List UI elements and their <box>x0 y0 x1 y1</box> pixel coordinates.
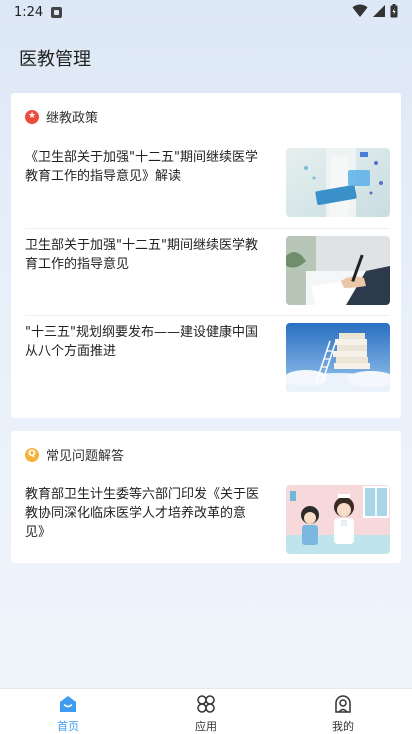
policy-article-3[interactable]: "十三五"规划纲要发布——建设健康中国从八个方面推进 <box>25 323 390 393</box>
tab-apps[interactable]: 应用 <box>176 694 236 734</box>
article-thumbnail-signing-document <box>286 236 390 305</box>
question-icon: Q <box>25 447 39 462</box>
article-title: 《卫生部关于加强"十二五"期间继续医学教育工作的指导意见》解读 <box>25 150 258 184</box>
article-thumbnail-doctor-tablet <box>286 148 390 217</box>
article-title: "十三五"规划纲要发布——建设健康中国从八个方面推进 <box>25 325 258 359</box>
apps-icon <box>197 695 215 713</box>
signal-icon <box>373 5 385 17</box>
policy-card-header: ★ 继教政策 <box>25 107 98 126</box>
policy-article-1[interactable]: 《卫生部关于加强"十二五"期间继续医学教育工作的指导意见》解读 <box>25 148 390 218</box>
policy-article-2[interactable]: 卫生部关于加强"十二五"期间继续医学教育工作的指导意见 <box>25 236 390 306</box>
policy-card: ★ 继教政策 《卫生部关于加强"十二五"期间继续医学教育工作的指导意见》解读 卫… <box>11 93 401 418</box>
tab-profile[interactable]: 我的 <box>313 694 373 734</box>
tab-label: 首页 <box>57 720 79 733</box>
page-title: 医教管理 <box>19 49 91 70</box>
status-indicators <box>352 4 398 18</box>
faq-article-1[interactable]: 教育部卫生计生委等六部门印发《关于医教协同深化临床医学人才培养改革的意见》 <box>25 485 390 555</box>
divider <box>25 315 390 316</box>
policy-section-title: 继教政策 <box>46 111 99 126</box>
divider <box>25 228 390 229</box>
article-thumbnail-nurses-illustration <box>286 485 390 554</box>
tab-label: 我的 <box>332 720 354 733</box>
article-thumbnail-books-sky <box>286 323 390 392</box>
faq-card-header: Q 常见问题解答 <box>25 445 124 464</box>
article-title: 教育部卫生计生委等六部门印发《关于医教协同深化临床医学人才培养改革的意见》 <box>25 487 260 540</box>
home-icon <box>60 696 76 712</box>
star-icon: ★ <box>25 109 39 124</box>
faq-card: Q 常见问题解答 教育部卫生计生委等六部门印发《关于医教协同深化临床医学人才培养… <box>11 431 401 563</box>
wifi-icon <box>352 4 368 17</box>
status-bar: 1:24 <box>0 0 412 24</box>
tab-label: 应用 <box>195 720 217 733</box>
sim-card-icon <box>51 6 63 18</box>
article-title: 卫生部关于加强"十二五"期间继续医学教育工作的指导意见 <box>25 238 258 272</box>
status-time: 1:24 <box>14 4 44 20</box>
battery-icon <box>390 4 398 18</box>
tab-home[interactable]: 首页 <box>38 694 98 734</box>
profile-icon <box>335 695 351 713</box>
faq-section-title: 常见问题解答 <box>46 449 125 464</box>
bottom-tab-bar: 首页 应用 我的 <box>0 688 412 734</box>
